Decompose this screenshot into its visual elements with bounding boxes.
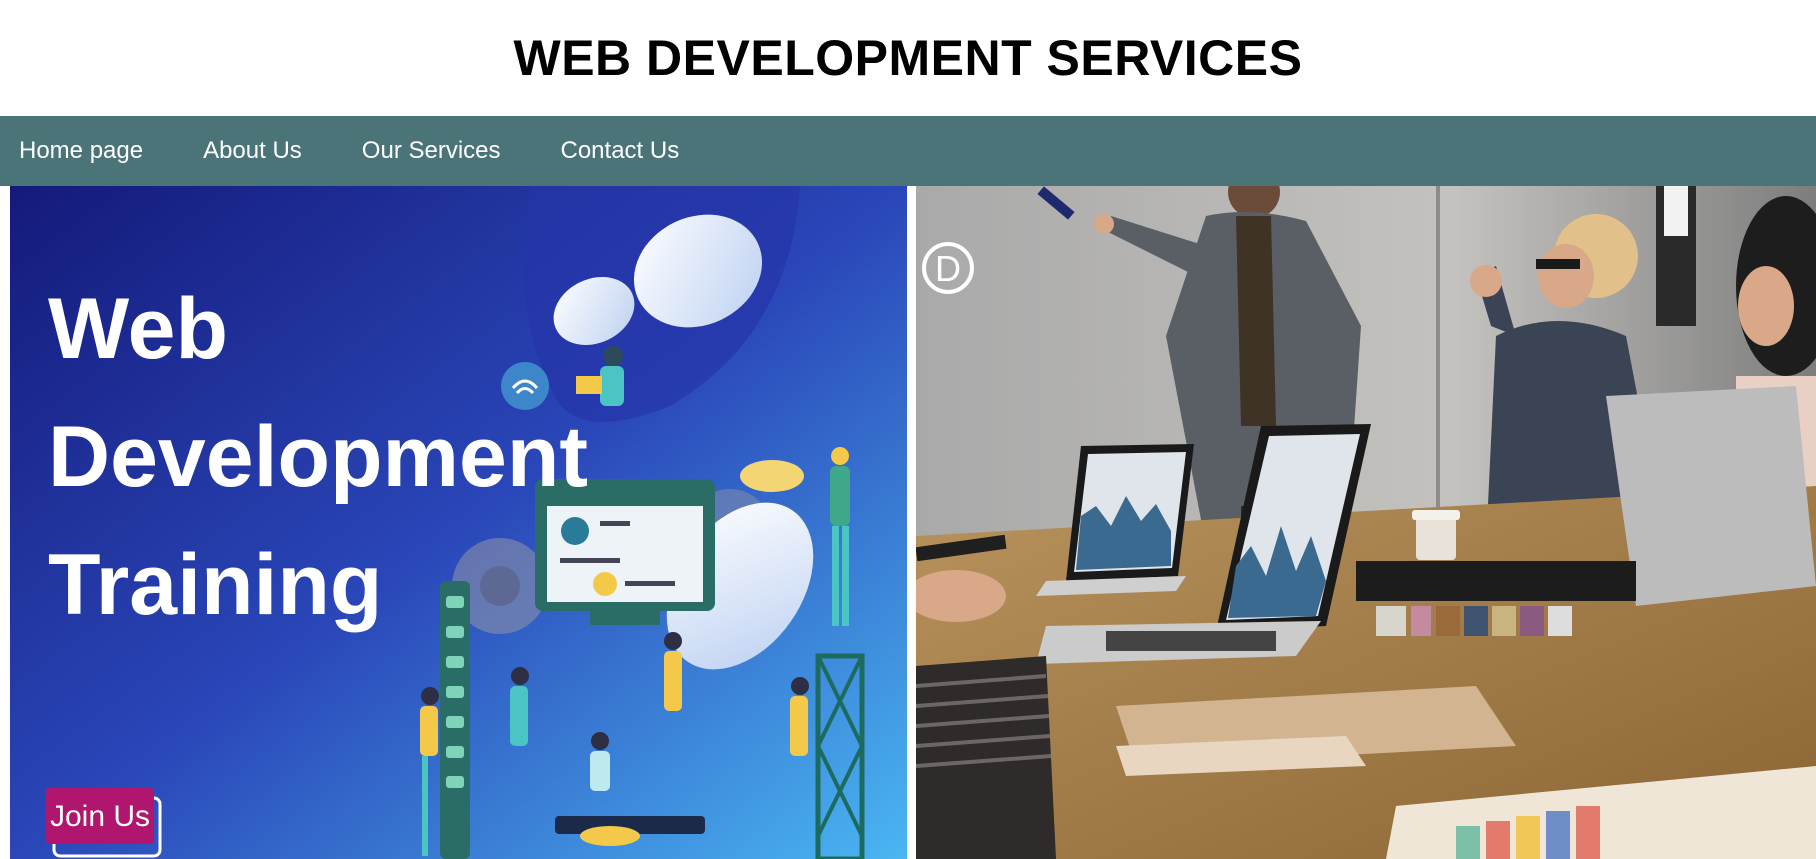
person-figure — [590, 751, 610, 791]
server-slot — [446, 626, 464, 638]
person-figure — [664, 651, 682, 711]
server-slot — [446, 776, 464, 788]
server-slot — [446, 686, 464, 698]
binder-stripe — [1436, 606, 1460, 636]
marker — [1516, 816, 1540, 859]
binder-stripe — [1492, 606, 1516, 636]
headline-line-3: Training — [48, 537, 382, 633]
laptop-keyboard — [1106, 631, 1276, 651]
headline-line-1: Web — [48, 281, 228, 377]
colleague-face — [1738, 266, 1794, 346]
glasses — [1536, 259, 1580, 269]
user-avatar-icon — [561, 517, 589, 545]
colleague-fist — [1470, 265, 1502, 297]
logo-letter: D — [935, 248, 961, 289]
presenter-hand — [1094, 214, 1114, 234]
laptop-icon — [1606, 386, 1816, 606]
person-figure — [790, 696, 808, 756]
person-figure — [842, 526, 849, 626]
image-gallery: Web Development Training Join Us D — [0, 186, 1816, 859]
person-figure — [510, 686, 528, 746]
gear-center — [480, 566, 520, 606]
binder-stripe — [1464, 606, 1488, 636]
wall-edge — [1436, 186, 1440, 536]
nav-item-services[interactable]: Our Services — [362, 137, 501, 165]
person-figure — [830, 466, 850, 526]
nav-item-about[interactable]: About Us — [203, 137, 302, 165]
nav-item-contact[interactable]: Contact Us — [561, 137, 680, 165]
person-figure — [603, 346, 623, 366]
headline-line-2: Development — [48, 409, 588, 505]
wifi-icon — [501, 362, 549, 410]
presenter-shirt — [1236, 216, 1276, 426]
main-navbar: Home page About Us Our Services Contact … — [0, 116, 1816, 186]
person-figure — [511, 667, 529, 685]
marker — [1576, 806, 1600, 859]
person-figure — [421, 687, 439, 705]
marker — [1546, 811, 1570, 859]
cloud-shape — [740, 460, 804, 492]
window-pane — [1664, 186, 1688, 236]
user-avatar-icon — [593, 572, 617, 596]
meeting-photo-image: D — [916, 186, 1816, 859]
person-figure — [832, 526, 839, 626]
binder-stripe — [1520, 606, 1544, 636]
coffee-cup-lid — [1412, 510, 1460, 520]
training-banner-image: Web Development Training Join Us — [10, 186, 907, 859]
laptop-icon — [576, 376, 602, 394]
server-slot — [446, 716, 464, 728]
join-us-button-label: Join Us — [50, 800, 150, 833]
coffee-cup — [1416, 516, 1456, 560]
server-slot — [446, 596, 464, 608]
binder-stripe — [1376, 606, 1406, 636]
person-figure — [580, 826, 640, 846]
binder — [1356, 561, 1636, 601]
person-figure — [422, 756, 428, 856]
screen-line — [625, 581, 675, 586]
page: WEB DEVELOPMENT SERVICES Home page About… — [0, 0, 1816, 859]
marker — [1456, 826, 1480, 859]
colleague-face — [1538, 244, 1594, 308]
person-figure — [791, 677, 809, 695]
person-figure — [591, 732, 609, 750]
person-figure — [420, 706, 438, 756]
marker — [1486, 821, 1510, 859]
nav-item-home[interactable]: Home page — [19, 137, 143, 165]
person-figure — [831, 447, 849, 465]
training-banner-illustration: Web Development Training Join Us — [10, 186, 907, 859]
binder-stripe — [1548, 606, 1572, 636]
meeting-photo-illustration: D — [916, 186, 1816, 859]
screen-line — [600, 521, 630, 526]
page-title: WEB DEVELOPMENT SERVICES — [513, 30, 1303, 86]
person-figure — [664, 632, 682, 650]
screen-line — [560, 558, 620, 563]
binder-stripe — [1411, 606, 1431, 636]
server-slot — [446, 746, 464, 758]
server-slot — [446, 656, 464, 668]
person-figure — [600, 366, 624, 406]
monitor-stand — [590, 611, 660, 625]
site-header: WEB DEVELOPMENT SERVICES — [0, 0, 1816, 116]
